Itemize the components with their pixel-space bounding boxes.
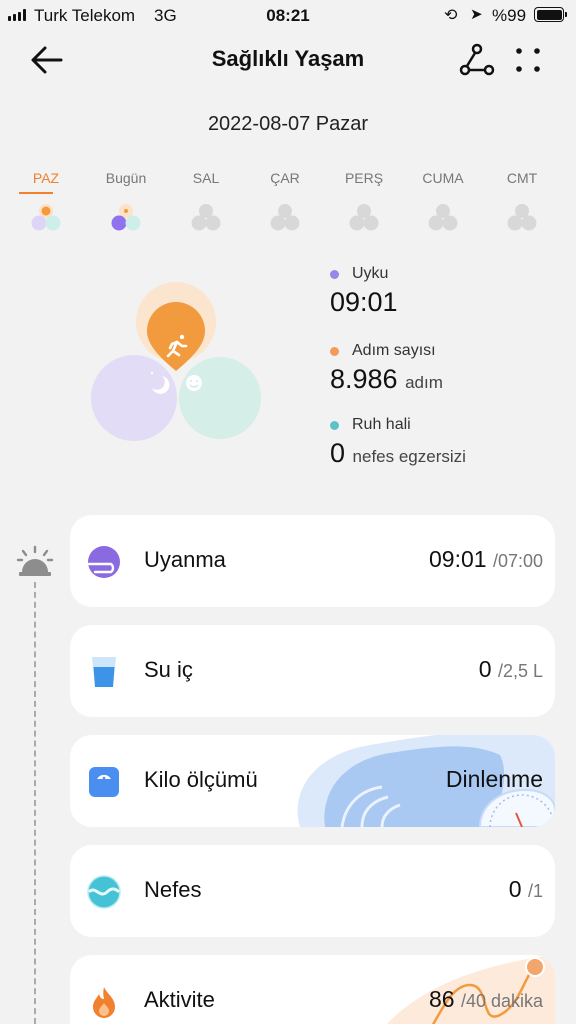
card-value: 0 xyxy=(478,656,492,682)
day-tab-sal[interactable]: SAL xyxy=(166,170,246,232)
status-bar: Turk Telekom 3G 08:21 ⟲ ➤ %99 xyxy=(0,0,576,30)
more-button[interactable] xyxy=(510,42,546,78)
day-flower-icon xyxy=(111,204,141,231)
card-title: Uyanma xyxy=(144,547,226,572)
card-title: Kilo ölçümü xyxy=(144,767,258,792)
card-value: 09:01 xyxy=(429,546,487,572)
day-label: PERŞ xyxy=(344,170,384,186)
card-target: /07:00 xyxy=(492,551,543,571)
card-title: Aktivite xyxy=(144,987,215,1012)
steps-label: Adım sayısı xyxy=(352,342,436,359)
day-tab-bugun[interactable]: Bugün xyxy=(86,170,166,232)
day-flower-icon xyxy=(191,204,221,231)
day-flower-icon xyxy=(31,204,61,231)
battery-icon xyxy=(534,7,567,22)
steps-summary: Adım sayısı 8.986 adım xyxy=(330,342,443,395)
wake-up-card[interactable]: Uyanma 09:01 /07:00 xyxy=(70,515,555,607)
card-value: Dinlenme xyxy=(445,766,543,792)
weight-card[interactable]: Kilo ölçümü Dinlenme xyxy=(70,735,555,827)
day-label: CUMA xyxy=(422,170,464,186)
activity-card[interactable]: Aktivite 86 /40 dakika xyxy=(70,955,555,1024)
day-label: SAL xyxy=(192,170,220,186)
battery-percent: %99 xyxy=(492,6,527,25)
day-tab-cmt[interactable]: CMT xyxy=(482,170,562,232)
card-title: Su iç xyxy=(144,657,193,682)
active-day-underline xyxy=(19,192,53,194)
location-icon: ➤ xyxy=(470,6,483,23)
day-tab-cuma[interactable]: CUMA xyxy=(403,170,483,232)
card-title: Nefes xyxy=(144,877,202,902)
timeline-line xyxy=(34,582,36,1024)
wake-up-icon xyxy=(87,545,121,579)
clock: 08:21 xyxy=(266,6,310,25)
sleep-summary: Uyku 09:01 xyxy=(330,265,398,318)
card-value: 0 xyxy=(508,876,522,902)
day-flower-icon xyxy=(428,204,458,231)
steps-value: 8.986 xyxy=(330,364,398,394)
day-tab-paz[interactable]: PAZ xyxy=(6,170,86,232)
day-label: Bugün xyxy=(105,170,147,186)
sleep-petal xyxy=(91,355,177,441)
sleep-value: 09:01 xyxy=(330,287,398,317)
sleep-legend-dot xyxy=(330,269,339,279)
day-label: ÇAR xyxy=(270,170,300,186)
water-card[interactable]: Su iç 0 /2,5 L xyxy=(70,625,555,717)
breath-icon xyxy=(87,875,121,909)
mood-unit: nefes egzersizi xyxy=(352,447,466,466)
water-glass-icon xyxy=(87,655,121,689)
steps-unit: adım xyxy=(405,373,443,392)
alarm-icon xyxy=(16,545,54,582)
more-dots-icon xyxy=(516,48,540,72)
selected-date: 2022-08-07 Pazar xyxy=(207,113,369,135)
rotation-lock-icon: ⟲ xyxy=(444,7,458,24)
sleep-label: Uyku xyxy=(352,265,389,282)
card-target: /1 xyxy=(527,881,543,901)
mood-petal xyxy=(179,357,261,439)
day-flower-icon xyxy=(270,204,300,231)
breath-card[interactable]: Nefes 0 /1 xyxy=(70,845,555,937)
share-button[interactable] xyxy=(458,42,496,78)
daily-flower-chart[interactable] xyxy=(86,276,268,447)
flame-icon xyxy=(87,985,121,1019)
mood-legend-dot xyxy=(330,420,339,430)
activity-petal xyxy=(147,302,205,371)
mood-value: 0 xyxy=(330,438,346,468)
card-value: 86 xyxy=(428,986,455,1012)
day-tab-car[interactable]: ÇAR xyxy=(245,170,325,232)
steps-legend-dot xyxy=(330,346,339,356)
scale-icon xyxy=(87,765,121,799)
card-target: /2,5 L xyxy=(497,661,543,681)
mood-label: Ruh hali xyxy=(352,416,411,433)
smile-icon xyxy=(186,375,202,391)
day-flower-icon xyxy=(349,204,379,231)
day-label: PAZ xyxy=(32,170,60,186)
mood-summary: Ruh hali 0 nefes egzersizi xyxy=(330,416,466,469)
card-target: /40 dakika xyxy=(460,991,543,1011)
day-label: CMT xyxy=(506,170,538,186)
day-tab-pers[interactable]: PERŞ xyxy=(324,170,404,232)
share-icon xyxy=(459,43,495,76)
day-flower-icon xyxy=(507,204,537,231)
